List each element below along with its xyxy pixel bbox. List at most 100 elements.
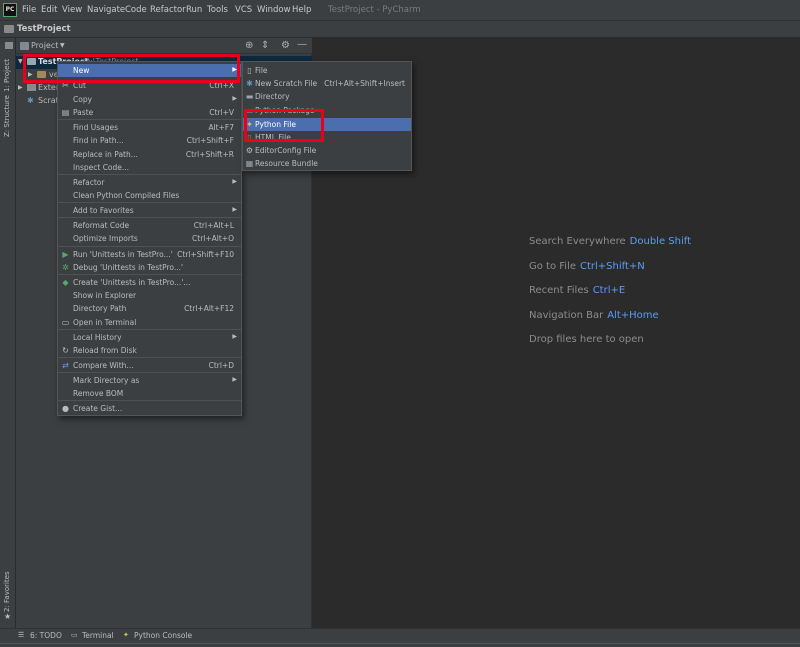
hint-shortcut: Alt+Home <box>607 310 659 321</box>
star-icon: ★ <box>4 612 12 621</box>
hint-text: Search Everywhere <box>529 236 626 247</box>
menu-item-shortcut: Ctrl+Shift+F10 <box>177 250 234 259</box>
menu-item-label: Run 'Unittests in TestPro...' <box>73 250 173 259</box>
menu-item-label: Add to Favorites <box>73 206 134 215</box>
menu-item-create-run-config[interactable]: ◆ Create 'Unittests in TestPro...'... <box>58 276 241 289</box>
github-icon: ● <box>62 404 69 413</box>
submenu-item-label: Directory <box>255 92 290 101</box>
menu-item-local-history[interactable]: Local History ▶ <box>58 331 241 344</box>
menu-item-label: Refactor <box>73 178 105 187</box>
menu-item-create-gist[interactable]: ● Create Gist... <box>58 402 241 415</box>
clipboard-icon: ▤ <box>61 108 70 117</box>
hint-text: Navigation Bar <box>529 310 604 321</box>
menu-item-shortcut: Ctrl+Alt+O <box>192 234 234 243</box>
minimize-icon[interactable]: — <box>297 40 307 50</box>
expand-arrow-icon[interactable]: ▼ <box>18 58 23 65</box>
menu-window[interactable]: Window <box>257 5 291 15</box>
menu-edit[interactable]: Edit <box>41 5 57 15</box>
tab-terminal[interactable]: Terminal <box>82 631 114 640</box>
menu-tools[interactable]: Tools <box>207 5 228 15</box>
menu-separator <box>58 119 241 120</box>
menu-item-reformat-code[interactable]: Reformat Code Ctrl+Alt+L <box>58 219 241 232</box>
menu-separator <box>58 372 241 373</box>
terminal-icon: ▭ <box>61 318 70 327</box>
run-config-icon: ◆ <box>62 278 69 287</box>
menu-help[interactable]: Help <box>292 5 311 15</box>
menu-item-refactor[interactable]: Refactor ▶ <box>58 176 241 189</box>
gear-icon[interactable]: ⚙ <box>281 41 290 51</box>
menu-item-remove-bom[interactable]: Remove BOM <box>58 387 241 400</box>
menu-item-reload-from-disk[interactable]: ↻ Reload from Disk <box>58 344 241 357</box>
submenu-item-directory[interactable]: ▬ Directory <box>243 90 411 103</box>
submenu-arrow-icon: ▶ <box>232 206 237 213</box>
menu-item-label: Reformat Code <box>73 221 130 230</box>
menu-view[interactable]: View <box>62 5 82 15</box>
menu-item-label: Directory Path <box>73 304 127 313</box>
menu-vcs[interactable]: VCS <box>235 5 252 15</box>
chevron-down-icon[interactable]: ▼ <box>60 42 65 49</box>
menu-item-compare-with[interactable]: ⇄ Compare With... Ctrl+D <box>58 359 241 372</box>
breadcrumb-project[interactable]: TestProject <box>17 24 71 34</box>
submenu-item-label: New Scratch File <box>255 79 318 88</box>
tab-project[interactable]: 1: Project <box>3 59 11 92</box>
menu-item-label: Optimize Imports <box>73 234 138 243</box>
project-tab-icon <box>5 42 13 49</box>
menu-item-clean-compiled[interactable]: Clean Python Compiled Files <box>58 189 241 202</box>
tab-structure[interactable]: Z: Structure <box>3 95 11 137</box>
menu-item-add-to-favorites[interactable]: Add to Favorites ▶ <box>58 204 241 217</box>
collapse-all-icon[interactable]: ⇕ <box>261 41 269 51</box>
hint-recent-files: Recent Files Ctrl+E <box>529 285 625 296</box>
library-icon <box>27 84 36 91</box>
tab-favorites[interactable]: 2: Favorites <box>3 571 11 612</box>
hint-drop-files: Drop files here to open <box>529 334 644 345</box>
menu-separator <box>58 246 241 247</box>
menu-item-find-in-path[interactable]: Find in Path... Ctrl+Shift+F <box>58 134 241 147</box>
menu-item-open-in-terminal[interactable]: ▭ Open in Terminal <box>58 316 241 329</box>
project-view-title[interactable]: Project <box>31 41 58 50</box>
terminal-icon: ▭ <box>71 631 78 639</box>
submenu-item-file[interactable]: ▯ File <box>243 64 411 77</box>
menu-item-mark-directory-as[interactable]: Mark Directory as ▶ <box>58 374 241 387</box>
menu-refactor[interactable]: Refactor <box>150 5 186 15</box>
hint-shortcut: Ctrl+Shift+N <box>580 261 645 272</box>
menu-item-run[interactable]: ▶ Run 'Unittests in TestPro...' Ctrl+Shi… <box>58 248 241 261</box>
submenu-item-scratch-file[interactable]: ✱ New Scratch File Ctrl+Alt+Shift+Insert <box>243 77 411 90</box>
menu-item-find-usages[interactable]: Find Usages Alt+F7 <box>58 121 241 134</box>
menu-run[interactable]: Run <box>186 5 202 15</box>
menu-item-replace-in-path[interactable]: Replace in Path... Ctrl+Shift+R <box>58 148 241 161</box>
expand-arrow-icon[interactable]: ▶ <box>18 84 23 91</box>
menu-item-copy[interactable]: Copy ▶ <box>58 93 241 106</box>
menu-separator <box>58 329 241 330</box>
menu-separator <box>58 274 241 275</box>
menu-item-inspect-code[interactable]: Inspect Code... <box>58 161 241 174</box>
menu-item-show-in-explorer[interactable]: Show in Explorer <box>58 289 241 302</box>
menu-item-label: Replace in Path... <box>73 150 138 159</box>
highlight-box-new <box>23 54 240 83</box>
todo-icon: ☰ <box>18 631 25 639</box>
submenu-item-editorconfig[interactable]: ⚙ EditorConfig File <box>243 144 411 157</box>
menu-code[interactable]: Code <box>125 5 147 15</box>
highlight-box-python-file <box>244 109 324 142</box>
menu-item-directory-path[interactable]: Directory Path Ctrl+Alt+F12 <box>58 302 241 315</box>
menu-item-paste[interactable]: ▤ Paste Ctrl+V <box>58 106 241 119</box>
menu-item-optimize-imports[interactable]: Optimize Imports Ctrl+Alt+O <box>58 232 241 245</box>
menu-item-debug[interactable]: ✲ Debug 'Unittests in TestPro...' <box>58 261 241 274</box>
menu-item-label: Paste <box>73 108 94 117</box>
menu-file[interactable]: File <box>22 5 36 15</box>
bottom-tool-bar <box>0 628 800 643</box>
scratch-icon: ✱ <box>27 96 34 105</box>
locate-icon[interactable]: ⊕ <box>245 41 253 51</box>
scratch-file-icon: ✱ <box>246 79 253 88</box>
tab-todo[interactable]: 6: TODO <box>30 631 62 640</box>
menu-item-label: Create Gist... <box>73 404 123 413</box>
menu-item-label: Local History <box>73 333 122 342</box>
submenu-item-resource-bundle[interactable]: ▦ Resource Bundle <box>243 157 411 170</box>
menu-separator <box>58 202 241 203</box>
hint-text: Drop files here to open <box>529 334 644 345</box>
tab-python-console[interactable]: Python Console <box>134 631 192 640</box>
submenu-arrow-icon: ▶ <box>232 95 237 102</box>
menu-navigate[interactable]: Navigate <box>87 5 125 15</box>
menu-item-shortcut: Ctrl+Shift+R <box>185 150 234 159</box>
menu-separator <box>58 400 241 401</box>
debug-icon: ✲ <box>62 263 69 272</box>
